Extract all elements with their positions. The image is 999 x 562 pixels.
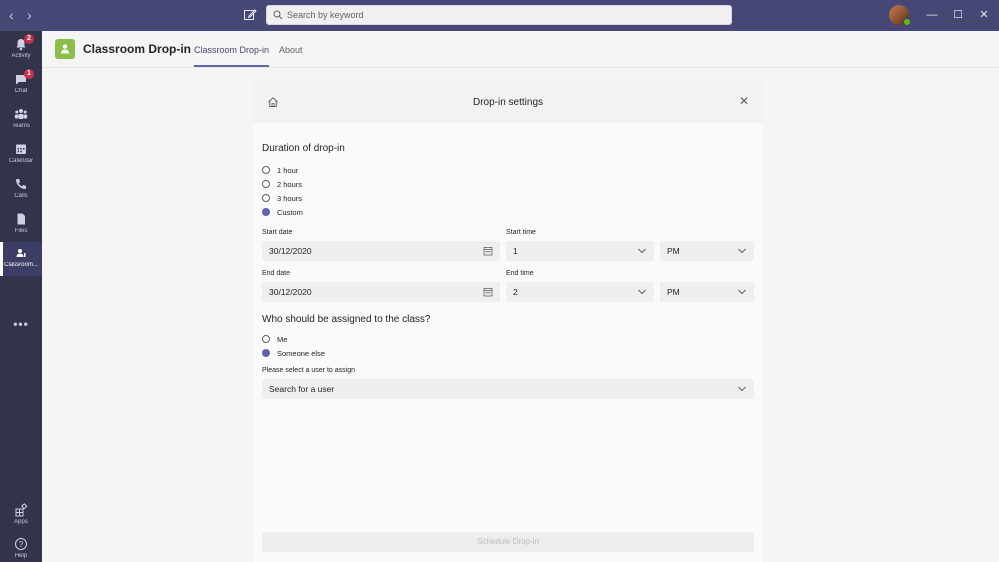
app-logo <box>55 39 75 59</box>
help-icon: ? <box>15 538 27 550</box>
tab-classroom-drop-in[interactable]: Classroom Drop-in <box>194 45 269 55</box>
svg-text:?: ? <box>19 540 24 549</box>
end-time-hour-select[interactable]: 2 <box>506 282 654 302</box>
search-box[interactable] <box>266 5 732 25</box>
rail-label: Files <box>14 228 28 234</box>
end-time-hour-value: 2 <box>513 287 518 297</box>
rail-label: Apps <box>14 519 28 525</box>
minimize-button[interactable]: — <box>925 8 939 22</box>
panel-header: Drop-in settings ✕ <box>253 81 763 123</box>
search-icon <box>273 10 283 20</box>
start-time-hour-select[interactable]: 1 <box>506 241 654 261</box>
chevron-down-icon <box>738 289 746 295</box>
chat-badge: 1 <box>24 69 34 79</box>
start-time-label: Start time <box>506 229 536 236</box>
search-input[interactable] <box>287 6 717 24</box>
start-time-ampm-value: PM <box>667 246 680 256</box>
rail-label: Chat <box>14 88 28 94</box>
user-search-placeholder: Search for a user <box>269 384 335 394</box>
classroom-icon <box>16 249 26 257</box>
app-rail: 2 Activity 1 Chat Teams Calendar Calls F… <box>0 31 42 562</box>
chevron-down-icon <box>738 386 746 392</box>
rail-label: Classroom... <box>4 262 38 268</box>
classroom-logo-icon <box>61 44 69 54</box>
user-search-select[interactable]: Search for a user <box>262 379 754 399</box>
rail-item-files[interactable]: Files <box>0 208 42 242</box>
rail-item-calendar[interactable]: Calendar <box>0 138 42 172</box>
phone-icon <box>16 179 26 189</box>
chevron-down-icon <box>638 248 646 254</box>
active-tab-indicator <box>194 65 269 67</box>
rail-label: Calls <box>14 193 28 199</box>
compose-icon[interactable] <box>243 8 257 22</box>
radio-button[interactable] <box>262 194 270 202</box>
end-date-label: End date <box>262 270 291 277</box>
rail-item-apps[interactable]: Apps <box>0 499 42 533</box>
app-title: Classroom Drop-in <box>83 42 192 56</box>
radio-label: Someone else <box>277 348 325 358</box>
radio-button-checked[interactable] <box>262 349 270 357</box>
apps-icon <box>15 503 28 517</box>
end-time-ampm-select[interactable]: PM <box>660 282 754 302</box>
start-time-ampm-select[interactable]: PM <box>660 241 754 261</box>
assign-heading: Who should be assigned to the class? <box>262 314 431 325</box>
file-icon <box>17 213 25 225</box>
radio-label: Me <box>277 334 288 344</box>
rail-label: Teams <box>12 123 30 129</box>
app-header: Classroom Drop-in Classroom Drop-in Abou… <box>42 31 999 68</box>
calendar-picker-icon[interactable] <box>483 246 493 256</box>
title-bar: ‹ › — ☐ ✕ <box>0 0 999 31</box>
forward-arrow-icon[interactable]: › <box>27 8 32 22</box>
radio-label: Custom <box>277 207 303 217</box>
activity-badge: 2 <box>24 34 34 44</box>
end-time-ampm-value: PM <box>667 287 680 297</box>
radio-1-hour[interactable]: 1 hour <box>262 165 298 175</box>
radio-button[interactable] <box>262 335 270 343</box>
radio-someone-else[interactable]: Someone else <box>262 348 325 358</box>
start-date-value: 30/12/2020 <box>269 246 312 256</box>
rail-item-teams[interactable]: Teams <box>0 103 42 137</box>
tab-about[interactable]: About <box>279 45 303 55</box>
back-arrow-icon[interactable]: ‹ <box>9 8 14 22</box>
end-date-field[interactable]: 30/12/2020 <box>262 282 500 302</box>
end-date-value: 30/12/2020 <box>269 287 312 297</box>
rail-label: Calendar <box>8 158 34 164</box>
rail-label: Activity <box>11 53 31 59</box>
radio-label: 3 hours <box>277 193 303 203</box>
radio-button[interactable] <box>262 180 270 188</box>
start-time-hour-value: 1 <box>513 246 518 256</box>
radio-me[interactable]: Me <box>262 334 287 344</box>
panel-title: Drop-in settings <box>472 97 544 108</box>
start-date-field[interactable]: 30/12/2020 <box>262 241 500 261</box>
chevron-down-icon <box>638 289 646 295</box>
rail-item-activity[interactable]: 2 Activity <box>0 33 42 67</box>
rail-item-calls[interactable]: Calls <box>0 173 42 207</box>
end-time-label: End time <box>506 270 534 277</box>
maximize-button[interactable]: ☐ <box>951 8 965 22</box>
radio-label: 1 hour <box>277 165 299 175</box>
start-date-label: Start date <box>262 229 293 236</box>
drop-in-settings-panel: Drop-in settings ✕ Duration of drop-in 1… <box>253 81 763 562</box>
rail-item-classroom[interactable]: Classroom... <box>0 242 42 276</box>
radio-2-hours[interactable]: 2 hours <box>262 179 302 189</box>
calendar-picker-icon[interactable] <box>483 287 493 297</box>
radio-button[interactable] <box>262 166 270 174</box>
radio-label: 2 hours <box>277 179 303 189</box>
duration-heading: Duration of drop-in <box>262 143 345 154</box>
close-icon[interactable]: ✕ <box>738 95 750 107</box>
calendar-icon <box>16 144 26 154</box>
presence-available-icon <box>903 18 911 26</box>
schedule-drop-in-button[interactable]: Schedule Drop-in <box>262 532 754 552</box>
radio-custom[interactable]: Custom <box>262 207 303 217</box>
close-window-button[interactable]: ✕ <box>977 8 991 22</box>
rail-item-chat[interactable]: 1 Chat <box>0 68 42 102</box>
more-apps-icon[interactable]: ••• <box>0 317 42 331</box>
user-select-label: Please select a user to assign <box>262 367 355 374</box>
radio-button-checked[interactable] <box>262 208 270 216</box>
radio-3-hours[interactable]: 3 hours <box>262 193 302 203</box>
teams-icon <box>14 109 28 119</box>
rail-item-help[interactable]: ? Help <box>0 533 42 562</box>
rail-label: Help <box>14 553 28 559</box>
chevron-down-icon <box>738 248 746 254</box>
